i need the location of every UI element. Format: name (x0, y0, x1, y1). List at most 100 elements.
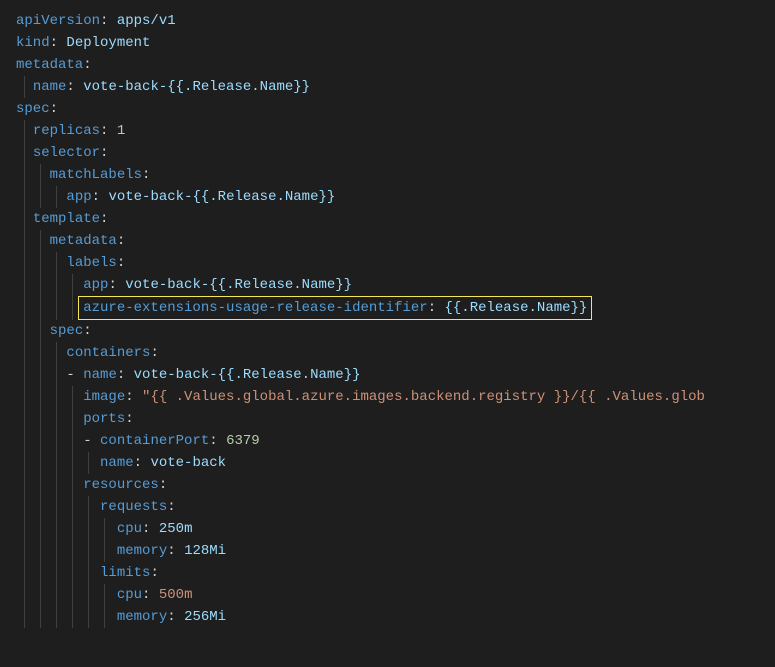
token-val-plain: vote-back (150, 455, 226, 471)
token-key: containers (66, 345, 150, 361)
token-colon: : (117, 233, 125, 249)
token-key: apiVersion (16, 13, 100, 29)
token-key: template (33, 211, 100, 227)
token-key: kind (16, 35, 50, 51)
token-colon: : (100, 211, 108, 227)
token-colon: : (108, 277, 125, 293)
line-content: - containerPort: 6379 (83, 433, 259, 449)
line-content: selector: (33, 145, 109, 161)
line-content: metadata: (16, 57, 92, 73)
token-key: app (83, 277, 108, 293)
token-colon: : (100, 145, 108, 161)
token-key: name (33, 79, 67, 95)
token-val-template: vote-back-{{.Release.Name}} (108, 189, 335, 205)
code-line: replicas: 1 (8, 120, 775, 142)
code-line: selector: (8, 142, 775, 164)
token-colon: : (134, 455, 151, 471)
line-content: cpu: 500m (117, 587, 193, 603)
token-key: cpu (117, 587, 142, 603)
highlighted-line: azure-extensions-usage-release-identifie… (78, 296, 592, 320)
token-val-num: 1 (117, 123, 125, 139)
code-line: - containerPort: 6379 (8, 430, 775, 452)
token-colon: : (209, 433, 226, 449)
token-key: image (83, 389, 125, 405)
code-line: limits: (8, 562, 775, 584)
line-content: app: vote-back-{{.Release.Name}} (66, 189, 335, 205)
token-key: spec (16, 101, 50, 117)
line-content: apiVersion: apps/v1 (16, 13, 176, 29)
line-content: cpu: 250m (117, 521, 193, 537)
code-editor-content: apiVersion: apps/v1 kind: Deployment metad… (8, 10, 775, 628)
token-val-plain: apps/v1 (117, 13, 176, 29)
token-key: ports (83, 411, 125, 427)
token-val-string: 500m (159, 587, 193, 603)
token-colon: : (50, 35, 67, 51)
token-key: memory (117, 543, 167, 559)
code-line: cpu: 250m (8, 518, 775, 540)
token-colon: : (117, 367, 134, 383)
token-colon: : (150, 345, 158, 361)
line-content: kind: Deployment (16, 35, 150, 51)
token-colon: : (83, 323, 91, 339)
token-val-plain: 256Mi (184, 609, 226, 625)
code-line: app: vote-back-{{.Release.Name}} (8, 274, 775, 296)
token-colon: : (117, 255, 125, 271)
line-content: containers: (66, 345, 158, 361)
code-line: memory: 128Mi (8, 540, 775, 562)
code-line: requests: (8, 496, 775, 518)
token-colon: : (66, 79, 83, 95)
token-colon: : (100, 13, 117, 29)
code-line: app: vote-back-{{.Release.Name}} (8, 186, 775, 208)
token-colon: : (142, 167, 150, 183)
code-line: spec: (8, 320, 775, 342)
code-line: cpu: 500m (8, 584, 775, 606)
line-content: spec: (16, 101, 58, 117)
code-line: spec: (8, 98, 775, 120)
token-key: resources (83, 477, 159, 493)
code-line: ports: (8, 408, 775, 430)
token-colon: : (428, 300, 445, 316)
token-val-plain: 250m (159, 521, 193, 537)
line-content: labels: (66, 255, 125, 271)
token-val-template: vote-back-{{.Release.Name}} (134, 367, 361, 383)
token-colon: : (167, 499, 175, 515)
token-key: labels (66, 255, 116, 271)
code-line: name: vote-back (8, 452, 775, 474)
line-content: image: "{{ .Values.global.azure.images.b… (83, 389, 705, 405)
token-colon: : (142, 587, 159, 603)
token-val-template: vote-back-{{.Release.Name}} (83, 79, 310, 95)
line-content: metadata: (50, 233, 126, 249)
line-content: memory: 256Mi (117, 609, 226, 625)
token-key: metadata (50, 233, 117, 249)
token-val-template: {{.Release.Name}} (445, 300, 588, 316)
token-val-plain: Deployment (66, 35, 150, 51)
line-content: name: vote-back-{{.Release.Name}} (33, 79, 310, 95)
token-colon: : (125, 389, 142, 405)
line-content: matchLabels: (50, 167, 151, 183)
token-colon: : (125, 411, 133, 427)
token-colon: : (167, 543, 184, 559)
line-content: memory: 128Mi (117, 543, 226, 559)
token-colon: : (83, 57, 91, 73)
line-content: app: vote-back-{{.Release.Name}} (83, 277, 352, 293)
token-colon: : (167, 609, 184, 625)
token-colon: : (50, 101, 58, 117)
token-key: limits (100, 565, 150, 581)
code-line: labels: (8, 252, 775, 274)
code-line: memory: 256Mi (8, 606, 775, 628)
token-key: requests (100, 499, 167, 515)
token-key: memory (117, 609, 167, 625)
code-line: kind: Deployment (8, 32, 775, 54)
line-content: replicas: 1 (33, 123, 125, 139)
code-line: - name: vote-back-{{.Release.Name}} (8, 364, 775, 386)
token-val-template: vote-back-{{.Release.Name}} (125, 277, 352, 293)
line-content: resources: (83, 477, 167, 493)
code-line: azure-extensions-usage-release-identifie… (8, 296, 775, 320)
token-key: name (83, 367, 117, 383)
token-key: azure-extensions-usage-release-identifie… (83, 300, 427, 316)
line-content: spec: (50, 323, 92, 339)
line-content: limits: (100, 565, 159, 581)
code-line: resources: (8, 474, 775, 496)
code-line: containers: (8, 342, 775, 364)
token-colon: : (142, 521, 159, 537)
